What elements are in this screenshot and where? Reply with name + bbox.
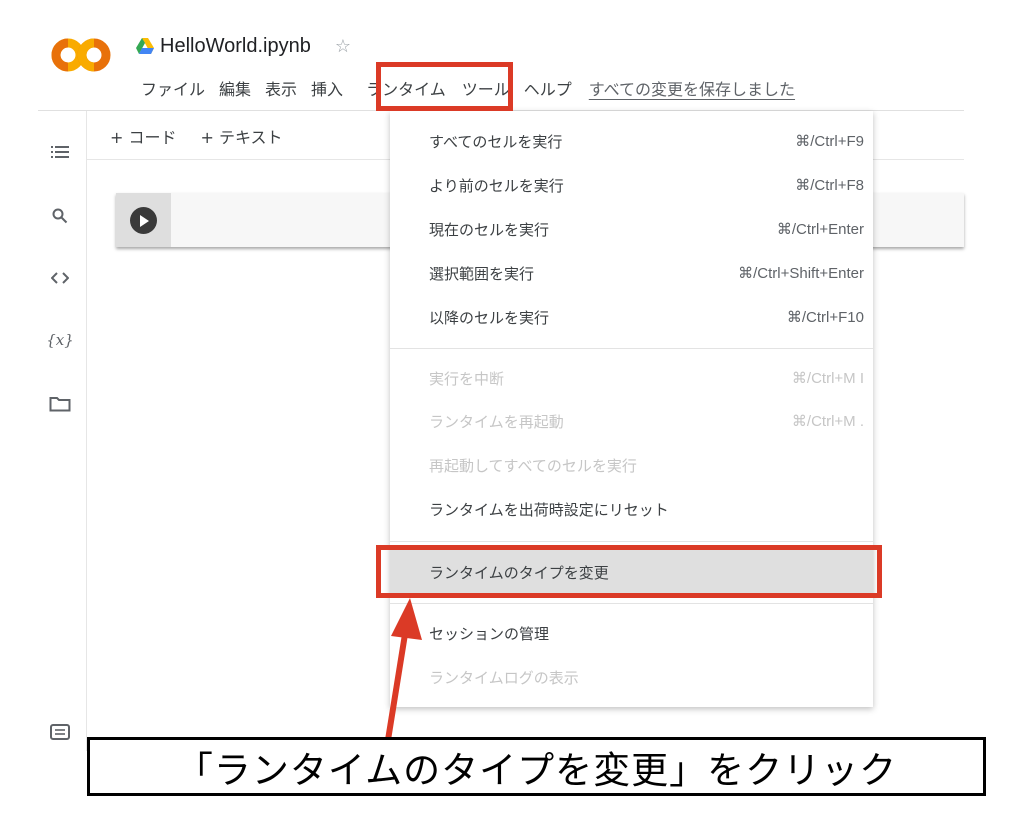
play-icon <box>139 214 149 227</box>
menu-item-label: より前のセルを実行 <box>429 176 564 195</box>
menu-item-shortcut: ⌘/Ctrl+F8 <box>795 177 864 194</box>
table-of-contents-icon[interactable] <box>48 140 72 164</box>
menu-item-factory-reset[interactable]: ランタイムを出荷時設定にリセット <box>390 487 873 531</box>
save-status-link[interactable]: すべての変更を保存しました <box>589 76 795 100</box>
add-text-button[interactable]: + テキスト <box>201 124 283 148</box>
highlight-runtime-menu <box>376 62 513 111</box>
menu-item-label: ランタイムを再起動 <box>429 412 564 431</box>
colab-logo[interactable] <box>50 35 114 75</box>
menu-item-restart-run-all[interactable]: 再起動してすべてのセルを実行 <box>390 443 873 487</box>
menu-item-run-after[interactable]: 以降のセルを実行 ⌘/Ctrl+F10 <box>390 295 873 339</box>
variables-icon[interactable]: {x} <box>46 328 74 352</box>
files-icon[interactable] <box>48 392 72 416</box>
menu-item-run-all[interactable]: すべてのセルを実行 ⌘/Ctrl+F9 <box>390 119 873 163</box>
menu-item-restart[interactable]: ランタイムを再起動 ⌘/Ctrl+M . <box>390 399 873 443</box>
menu-item-view-runtime-logs[interactable]: ランタイムログの表示 <box>390 655 873 699</box>
menu-item-label: 再起動してすべてのセルを実行 <box>429 456 637 475</box>
menu-separator <box>390 348 873 349</box>
google-drive-icon <box>136 38 154 54</box>
menu-item-label: 実行を中断 <box>429 369 505 388</box>
notebook-toolbar: + コード + テキスト <box>110 124 307 148</box>
menu-edit[interactable]: 編集 <box>212 76 258 100</box>
add-code-button[interactable]: + コード <box>110 124 177 148</box>
instruction-caption: 「ランタイムのタイプを変更」をクリック <box>87 737 986 796</box>
menu-item-run-before[interactable]: より前のセルを実行 ⌘/Ctrl+F8 <box>390 163 873 207</box>
rail-divider <box>86 111 87 751</box>
menu-help[interactable]: ヘルプ <box>517 76 579 100</box>
highlight-change-runtime-type <box>376 545 882 598</box>
menu-separator <box>390 541 873 542</box>
menu-file[interactable]: ファイル <box>134 76 212 100</box>
notebook-title[interactable]: HelloWorld.ipynb <box>160 35 311 58</box>
menu-item-label: セッションの管理 <box>429 624 550 643</box>
menu-item-interrupt[interactable]: 実行を中断 ⌘/Ctrl+M I <box>390 356 873 400</box>
title-row: HelloWorld.ipynb ☆ <box>136 34 351 58</box>
menu-item-label: すべてのセルを実行 <box>429 132 563 151</box>
run-cell-button[interactable] <box>130 207 157 234</box>
menu-item-shortcut: ⌘/Ctrl+M . <box>791 413 864 430</box>
code-snippets-icon[interactable] <box>48 266 72 290</box>
menu-item-label: ランタイムログの表示 <box>429 668 579 687</box>
runtime-menu: すべてのセルを実行 ⌘/Ctrl+F9 より前のセルを実行 ⌘/Ctrl+F8 … <box>390 111 873 707</box>
menu-item-shortcut: ⌘/Ctrl+Enter <box>776 221 864 238</box>
menu-item-label: ランタイムを出荷時設定にリセット <box>429 500 669 519</box>
menu-item-shortcut: ⌘/Ctrl+F10 <box>786 309 864 326</box>
menu-item-label: 現在のセルを実行 <box>429 220 550 239</box>
menu-item-run-selection[interactable]: 選択範囲を実行 ⌘/Ctrl+Shift+Enter <box>390 251 873 295</box>
menu-view[interactable]: 表示 <box>258 76 304 100</box>
menu-item-shortcut: ⌘/Ctrl+F9 <box>795 133 864 150</box>
menu-item-shortcut: ⌘/Ctrl+Shift+Enter <box>738 265 864 282</box>
menu-item-manage-sessions[interactable]: セッションの管理 <box>390 611 873 655</box>
menu-separator <box>390 603 873 604</box>
menu-item-label: 選択範囲を実行 <box>429 264 535 283</box>
menu-insert[interactable]: 挿入 <box>304 76 350 100</box>
menu-item-shortcut: ⌘/Ctrl+M I <box>791 370 864 387</box>
terminal-icon[interactable] <box>48 720 72 744</box>
menu-item-label: 以降のセルを実行 <box>429 308 550 327</box>
star-icon[interactable]: ☆ <box>335 36 351 57</box>
search-icon[interactable] <box>48 204 72 228</box>
cell-gutter <box>116 193 171 247</box>
menu-item-run-focused[interactable]: 現在のセルを実行 ⌘/Ctrl+Enter <box>390 207 873 251</box>
